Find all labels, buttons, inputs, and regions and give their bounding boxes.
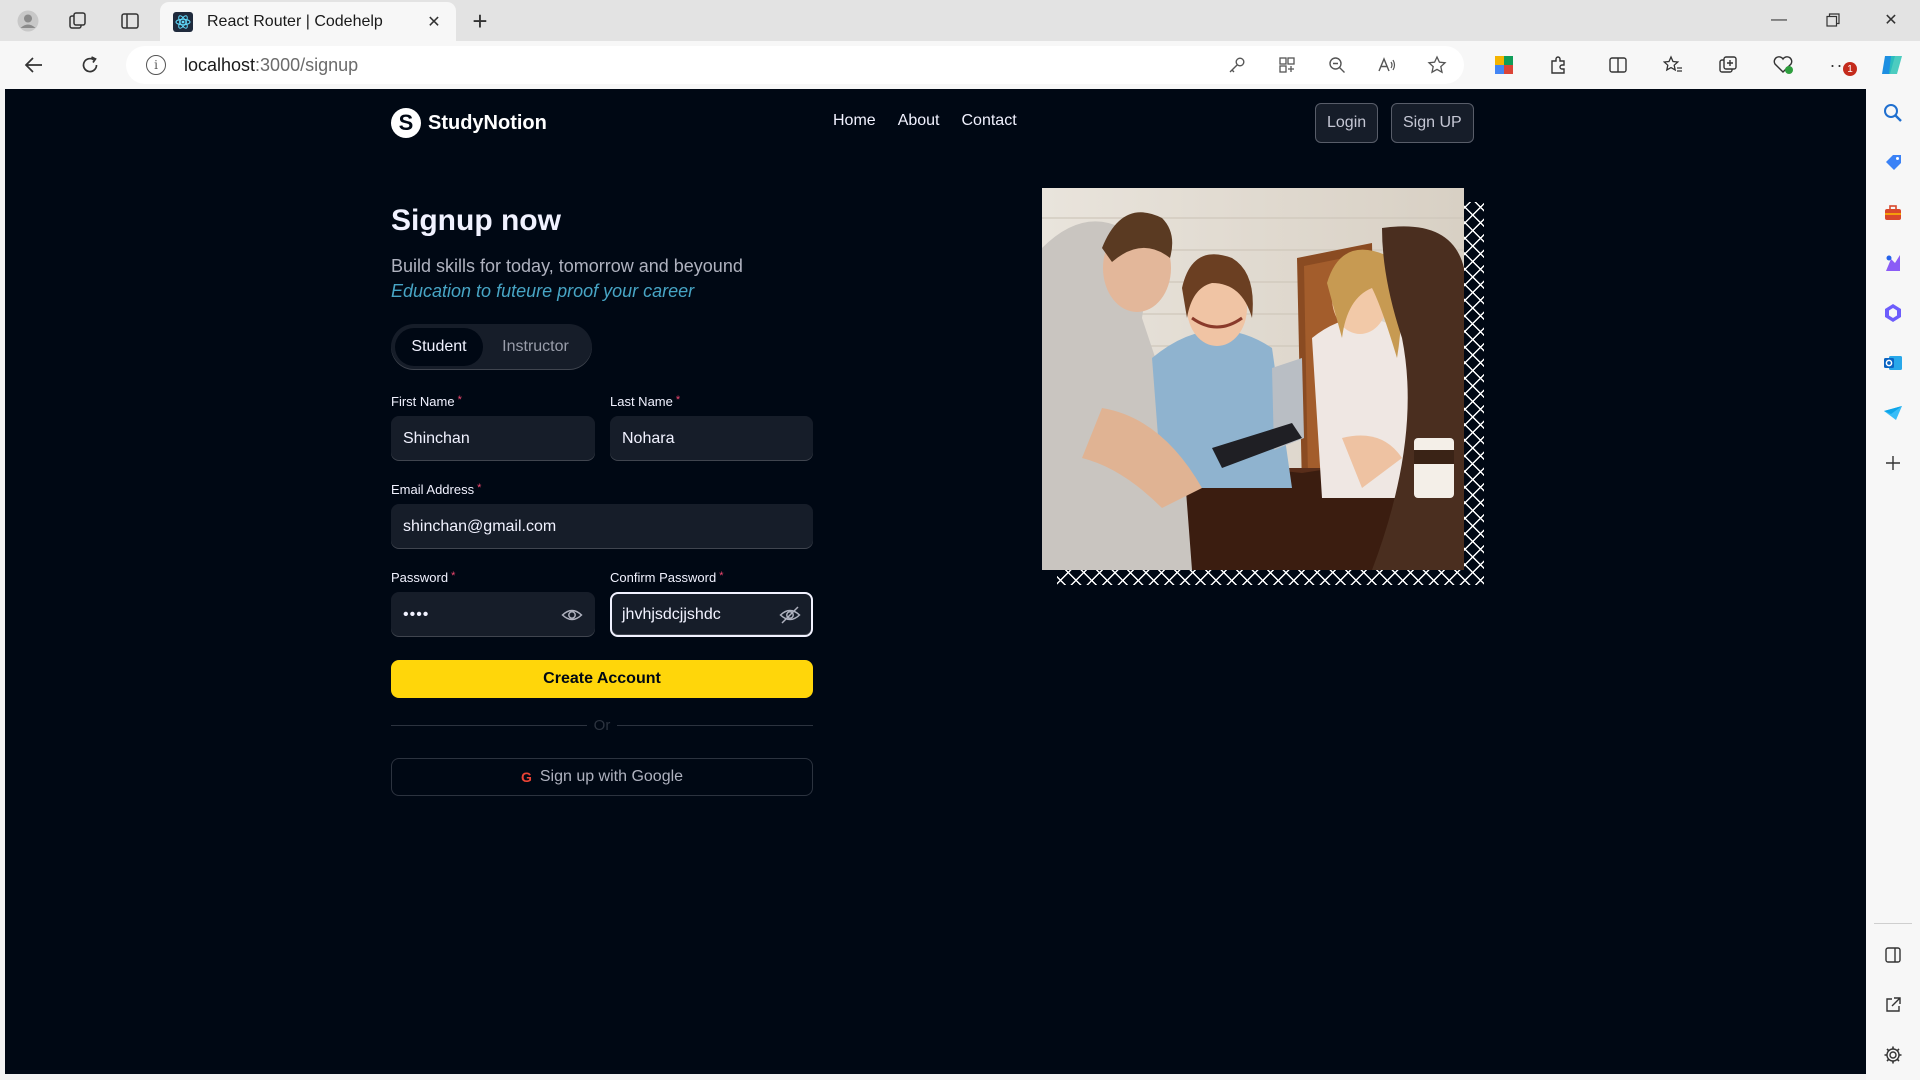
- or-text: Or: [593, 716, 611, 734]
- tab-title: React Router | Codehelp: [207, 12, 383, 30]
- outlook-icon[interactable]: [1877, 347, 1909, 379]
- games-icon[interactable]: [1877, 247, 1909, 279]
- restore-icon[interactable]: [1806, 0, 1860, 40]
- signup-button[interactable]: Sign UP: [1391, 103, 1474, 143]
- app-available-icon[interactable]: [1271, 49, 1303, 81]
- brand-name: StudyNotion: [428, 111, 547, 134]
- profile-icon[interactable]: [8, 6, 48, 36]
- required-mark: *: [675, 394, 681, 406]
- close-window-icon[interactable]: ✕: [1864, 0, 1918, 40]
- role-toggle: Student Instructor: [391, 324, 592, 370]
- required-mark: *: [451, 570, 456, 582]
- confirm-password-label: Confirm Password *: [610, 570, 723, 585]
- last-name-field[interactable]: Nohara: [610, 416, 813, 461]
- students-photo: [1042, 188, 1464, 570]
- new-tab-button[interactable]: +: [462, 6, 498, 36]
- first-name-label-text: First Name: [391, 394, 455, 409]
- url-path: :3000/signup: [255, 54, 359, 75]
- microsoft-365-icon[interactable]: [1877, 297, 1909, 329]
- or-divider: Or: [391, 715, 814, 735]
- collections-icon[interactable]: [1710, 49, 1746, 81]
- password-label: Password *: [391, 570, 455, 585]
- show-password-eye-icon[interactable]: [561, 604, 583, 626]
- required-mark: *: [477, 482, 482, 494]
- logo-icon: S: [391, 108, 421, 138]
- add-sidebar-app-icon[interactable]: [1877, 447, 1909, 479]
- browser-tab-bar: React Router | Codehelp ✕ + — ✕: [0, 0, 1920, 41]
- read-aloud-icon[interactable]: [1371, 49, 1403, 81]
- back-icon[interactable]: [16, 49, 52, 81]
- address-toolbar: i localhost:3000/signup ··· 1: [0, 41, 1920, 89]
- nav-about[interactable]: About: [898, 112, 940, 130]
- edge-sidebar: [1866, 89, 1920, 1080]
- favorites-icon[interactable]: [1655, 49, 1691, 81]
- last-name-value: Nohara: [622, 429, 675, 447]
- open-external-icon[interactable]: [1877, 989, 1909, 1021]
- colorful-extension-icon[interactable]: [1486, 49, 1522, 81]
- required-mark: *: [719, 570, 724, 582]
- first-name-value: Shinchan: [403, 429, 470, 447]
- url-field[interactable]: i localhost:3000/signup: [126, 46, 1464, 84]
- page-subtitle: Build skills for today, tomorrow and bey…: [391, 256, 743, 276]
- confirm-password-label-text: Confirm Password: [610, 570, 717, 585]
- google-signup-button[interactable]: G Sign up with Google: [391, 758, 813, 796]
- close-tab-icon[interactable]: ✕: [424, 12, 444, 32]
- email-value: shinchan@gmail.com: [403, 517, 557, 535]
- refresh-icon[interactable]: [72, 49, 108, 81]
- page-tagline: Education to futeure proof your career: [391, 281, 695, 301]
- sidebar-divider: [1874, 923, 1912, 924]
- last-name-label-text: Last Name: [610, 394, 673, 409]
- page-title: Signup now: [391, 204, 561, 237]
- browser-essentials-icon[interactable]: [1765, 49, 1801, 81]
- copilot-icon[interactable]: [1874, 49, 1910, 81]
- email-field[interactable]: shinchan@gmail.com: [391, 504, 813, 549]
- login-button[interactable]: Login: [1315, 103, 1379, 143]
- tab-actions-icon[interactable]: [110, 6, 150, 36]
- zoom-icon[interactable]: [1321, 49, 1353, 81]
- shopping-icon[interactable]: [1877, 147, 1909, 179]
- extensions-icon[interactable]: [1540, 49, 1576, 81]
- google-signup-label: Sign up with Google: [539, 768, 684, 785]
- password-label-text: Password: [391, 570, 449, 585]
- site-info-icon[interactable]: i: [146, 55, 166, 75]
- nav-contact[interactable]: Contact: [962, 112, 1017, 130]
- studynotion-logo[interactable]: S StudyNotion: [391, 108, 547, 138]
- hide-sidebar-icon[interactable]: [1877, 939, 1909, 971]
- main-nav: Home About Contact: [833, 112, 1017, 130]
- more-menu-icon[interactable]: ··· 1: [1822, 49, 1858, 81]
- google-icon: G: [520, 769, 532, 785]
- confirm-password-field[interactable]: jhvhjsdcjjshdc: [610, 592, 813, 637]
- tools-icon[interactable]: [1877, 197, 1909, 229]
- required-mark: *: [457, 394, 462, 406]
- drop-icon[interactable]: [1877, 397, 1909, 429]
- divider-line-left: [391, 724, 587, 726]
- search-icon[interactable]: [1877, 97, 1909, 129]
- nav-home[interactable]: Home: [833, 112, 876, 130]
- notification-badge: 1: [1843, 62, 1857, 76]
- create-account-button[interactable]: Create Account: [391, 660, 813, 698]
- hide-password-eye-off-icon[interactable]: [779, 604, 801, 626]
- divider-line-right: [617, 724, 814, 726]
- page-content: S StudyNotion Home About Contact Login S…: [5, 89, 1866, 1074]
- first-name-field[interactable]: Shinchan: [391, 416, 595, 461]
- first-name-label: First Name *: [391, 394, 462, 409]
- key-icon[interactable]: [1221, 49, 1253, 81]
- role-instructor-tab[interactable]: Instructor: [483, 328, 588, 366]
- last-name-label: Last Name *: [610, 394, 680, 409]
- email-label: Email Address *: [391, 482, 481, 497]
- workspaces-icon[interactable]: [58, 6, 98, 36]
- favorite-star-icon[interactable]: [1421, 49, 1453, 81]
- split-screen-icon[interactable]: [1600, 49, 1636, 81]
- confirm-password-value: jhvhjsdcjjshdc: [622, 605, 721, 623]
- settings-gear-icon[interactable]: [1877, 1039, 1909, 1071]
- password-value: ••••: [403, 605, 430, 623]
- password-field[interactable]: ••••: [391, 592, 595, 637]
- tab-active[interactable]: React Router | Codehelp ✕: [160, 2, 456, 41]
- react-favicon-icon: [173, 11, 193, 32]
- minimize-icon[interactable]: —: [1752, 0, 1806, 40]
- url-host: localhost: [184, 54, 256, 75]
- role-student-tab[interactable]: Student: [395, 328, 483, 366]
- email-label-text: Email Address: [391, 482, 475, 497]
